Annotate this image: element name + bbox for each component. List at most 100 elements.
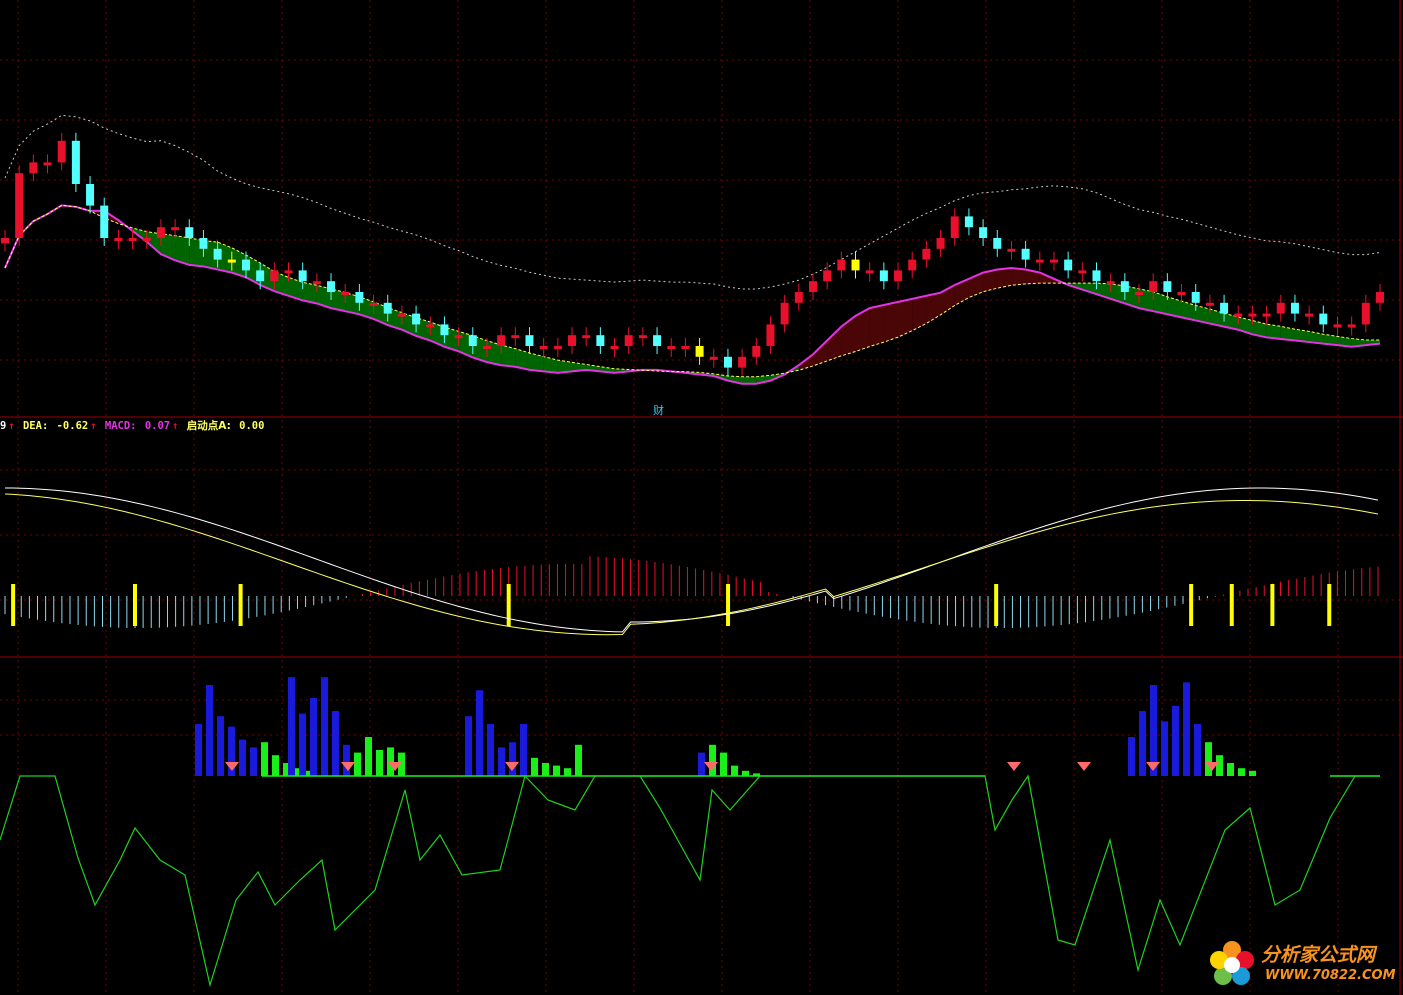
- candle-body: [908, 259, 917, 271]
- ma-band-segment: [1011, 268, 1026, 286]
- candle-body: [922, 248, 931, 260]
- candle-body: [1248, 313, 1257, 317]
- indicator-blue-bar: [206, 685, 213, 776]
- dea-line: [4, 493, 1379, 636]
- candle-body: [1092, 270, 1101, 282]
- indicator-green-bar: [1216, 755, 1223, 776]
- candle-body: [114, 238, 123, 241]
- macd-signal-bar: [726, 584, 731, 626]
- candle-body: [667, 346, 676, 349]
- legend-arrow: ↑: [172, 420, 179, 432]
- indicator-panel: [0, 677, 1380, 988]
- watermark: 分析家公式网 WWW.70822.COM: [1205, 938, 1400, 990]
- candle-body: [964, 216, 973, 228]
- indicator-green-bar: [1227, 763, 1234, 776]
- candle-body: [1078, 270, 1087, 274]
- stock-chart: [0, 0, 1403, 995]
- legend-arrow: ↑: [8, 420, 15, 432]
- indicator-green-bar: [553, 765, 560, 776]
- macd-signal-bar: [994, 584, 999, 626]
- candle-body: [766, 324, 775, 346]
- candle-body: [29, 162, 38, 174]
- candle-body: [596, 335, 605, 346]
- candle-body: [979, 227, 988, 238]
- candle-body: [1149, 281, 1158, 292]
- candle-body: [553, 346, 562, 349]
- indicator-blue-bar: [1172, 705, 1179, 776]
- cai-marker: 财: [653, 404, 664, 417]
- legend-lead: 9: [0, 420, 7, 432]
- candle-body: [298, 270, 307, 282]
- candle-body: [227, 259, 236, 263]
- indicator-blue-bar: [195, 724, 202, 776]
- legend-macd-value: 0.07: [144, 420, 171, 432]
- indicator-green-bar: [365, 737, 372, 776]
- candle-body: [638, 335, 647, 339]
- candle-body: [950, 216, 959, 238]
- candle-body: [1177, 292, 1186, 295]
- indicator-green-bar: [575, 744, 582, 776]
- candle-body: [653, 335, 662, 346]
- candle-body: [1163, 281, 1172, 292]
- ma-band-segment: [501, 345, 516, 367]
- candle-body: [794, 292, 803, 303]
- candle-body: [723, 356, 732, 368]
- indicator-blue-bar: [332, 711, 339, 776]
- candle-body: [695, 346, 704, 357]
- candle-body: [851, 259, 860, 271]
- macd-signal-bar: [1270, 584, 1275, 626]
- candle-body: [1376, 292, 1384, 303]
- macd-signal-bar: [506, 584, 511, 626]
- candle-body: [1262, 313, 1271, 317]
- candle-body: [1234, 313, 1243, 317]
- candle-body: [128, 238, 137, 241]
- indicator-green-bar: [742, 770, 749, 776]
- candle-body: [1361, 302, 1370, 325]
- indicator-blue-bar: [1161, 721, 1168, 776]
- indicator-green-bar: [1249, 770, 1256, 776]
- candle-body: [837, 259, 846, 271]
- candle-body: [397, 313, 406, 317]
- ma-band-segment: [742, 376, 757, 384]
- candle-body: [1220, 302, 1229, 314]
- candle-body: [993, 238, 1002, 249]
- legend-dea-value: -0.62: [56, 420, 89, 432]
- dif-line: [4, 487, 1379, 633]
- candle-body: [15, 173, 24, 238]
- ma-band-segment: [997, 268, 1012, 289]
- candle-body: [879, 270, 888, 282]
- ma-line-yellow: [4, 204, 1380, 378]
- candle-body: [808, 281, 817, 292]
- indicator-green-bar: [709, 744, 716, 776]
- indicator-blue-bar: [1183, 682, 1190, 776]
- candle-body: [482, 346, 491, 349]
- candle-body: [865, 270, 874, 274]
- macd-panel: [4, 487, 1379, 636]
- indicator-blue-bar: [1128, 737, 1135, 776]
- candle-body: [327, 281, 336, 292]
- candle-body: [312, 281, 321, 285]
- flower-logo-icon: [1210, 941, 1254, 985]
- diamond-icon: [505, 762, 519, 771]
- indicator-blue-bar: [239, 739, 246, 776]
- indicator-blue-bar: [217, 716, 224, 776]
- candle-body: [1021, 248, 1030, 260]
- indicator-blue-bar: [288, 677, 295, 776]
- candle-body: [412, 313, 421, 325]
- indicator-green-bar: [720, 752, 727, 776]
- candle-body: [582, 335, 591, 339]
- macd-signal-bar: [11, 584, 16, 626]
- candle-body: [1106, 281, 1115, 285]
- indicator-green-bar: [387, 747, 394, 776]
- diamond-icon: [1146, 762, 1160, 771]
- indicator-green-bar: [261, 742, 268, 776]
- candle-body: [241, 259, 250, 271]
- candle-body: [1333, 324, 1342, 328]
- macd-signal-bar: [132, 584, 137, 626]
- candle-body: [780, 302, 789, 325]
- candle-body: [383, 302, 392, 314]
- ma-band-segment: [543, 356, 558, 373]
- indicator-blue-bar: [487, 724, 494, 776]
- indicator-blue-bar: [1194, 724, 1201, 776]
- candle-body: [256, 270, 265, 282]
